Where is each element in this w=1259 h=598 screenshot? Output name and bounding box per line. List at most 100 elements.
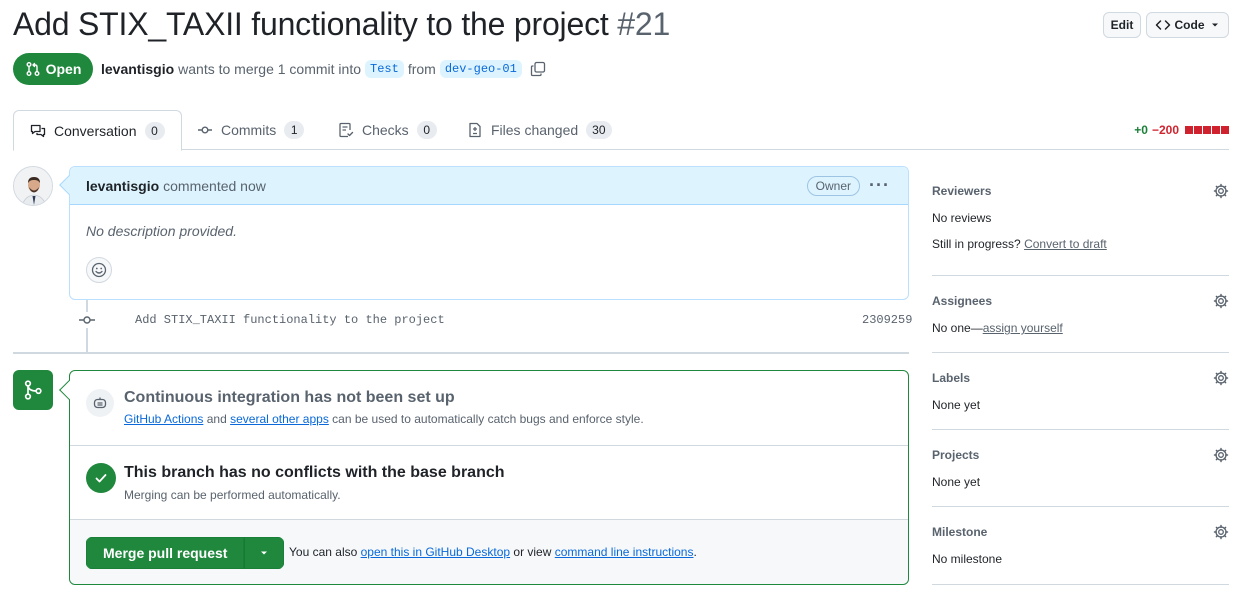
code-button-label: Code (1174, 18, 1205, 32)
ci-icon-wrap (86, 389, 114, 417)
diffstat-deletions: −200 (1151, 123, 1179, 137)
no-conflicts-title: This branch has no conflicts with the ba… (124, 464, 505, 481)
checklist-icon (339, 122, 354, 138)
other-apps-link[interactable]: several other apps (230, 412, 329, 426)
tab-checks-label: Checks (362, 122, 409, 138)
owner-badge: Owner (806, 176, 860, 196)
github-actions-link[interactable]: GitHub Actions (124, 412, 203, 426)
head-branch[interactable]: dev-geo-01 (439, 60, 522, 78)
git-merge-icon (24, 380, 42, 400)
edit-button-label: Edit (1110, 18, 1134, 32)
merge-status-icon-box (13, 370, 53, 410)
gear-icon[interactable] (1213, 524, 1229, 540)
comment-header: levantisgio commented now Owner ··· (59, 167, 908, 205)
commit-message[interactable]: Add STIX_TAXII functionality to the proj… (135, 313, 445, 327)
triangle-down-icon (261, 551, 268, 555)
also-end: . (693, 545, 697, 559)
triangle-down-icon (1211, 23, 1218, 27)
pr-number: #21 (617, 6, 671, 42)
sidebar-projects: Projects None yet (932, 430, 1229, 507)
comment-box: levantisgio commented now Owner ··· No d… (59, 166, 909, 300)
diffstat-block (1221, 126, 1229, 134)
comment-author[interactable]: levantisgio (86, 178, 159, 194)
assignees-title[interactable]: Assignees (932, 294, 992, 308)
pr-title-text: Add STIX_TAXII functionality to the proj… (13, 6, 609, 42)
convert-to-draft-link[interactable]: Convert to draft (1024, 237, 1107, 251)
kebab-horizontal-icon[interactable]: ··· (869, 175, 890, 196)
ci-subtitle: GitHub Actions and several other apps ca… (124, 412, 644, 426)
diffstat-block (1212, 126, 1220, 134)
tab-conversation-label: Conversation (54, 122, 137, 139)
diffstat-bar (1185, 126, 1229, 134)
tab-conversation-count: 0 (144, 121, 165, 140)
avatar[interactable] (13, 166, 53, 206)
code-icon (1155, 20, 1170, 30)
commit-sha[interactable]: 2309259 (862, 313, 912, 327)
tab-files-changed[interactable]: Files changed 30 (467, 110, 612, 150)
sidebar-assignees: Assignees No one—assign yourself (932, 276, 1229, 353)
comment-pointer (59, 175, 79, 195)
github-desktop-link[interactable]: open this in GitHub Desktop (361, 545, 510, 559)
assign-yourself-link[interactable]: assign yourself (983, 321, 1063, 335)
reviewers-title[interactable]: Reviewers (932, 184, 991, 198)
also-prefix: You can also (289, 545, 358, 559)
tab-files-changed-count: 30 (586, 121, 612, 139)
diffstat-block (1194, 126, 1202, 134)
copy-icon[interactable] (530, 61, 546, 77)
dependabot-icon (93, 397, 107, 409)
meta-text: wants to merge 1 commit into (178, 61, 361, 77)
also-mid: or view (513, 545, 552, 559)
status-label: Open (45, 61, 82, 77)
gear-icon[interactable] (1213, 293, 1229, 309)
sidebar-reviewers: Reviewers No reviews Still in progress? … (932, 166, 1229, 276)
projects-value: None yet (932, 475, 981, 489)
tab-checks-count: 0 (416, 121, 437, 139)
gear-icon[interactable] (1213, 183, 1229, 199)
ci-rest: can be used to automatically catch bugs … (332, 412, 644, 426)
git-commit-icon (198, 126, 212, 134)
projects-title[interactable]: Projects (932, 448, 979, 462)
pr-tabs: Conversation 0 Commits 1 Checks 0 Files … (13, 110, 1229, 151)
add-reaction-button[interactable] (86, 257, 112, 283)
merge-method-dropdown[interactable] (244, 537, 285, 569)
command-line-link[interactable]: command line instructions (555, 545, 694, 559)
tab-checks[interactable]: Checks 0 (338, 110, 437, 150)
merge-alternatives: You can also open this in GitHub Desktop… (289, 545, 697, 559)
pr-meta: levantisgio wants to merge 1 commit into… (101, 60, 546, 78)
check-circle (86, 463, 116, 493)
tab-commits-label: Commits (221, 122, 277, 138)
author-link[interactable]: levantisgio (101, 61, 174, 77)
comment-body: No description provided. (86, 223, 237, 239)
labels-value: None yet (932, 398, 981, 412)
smiley-icon (91, 262, 107, 278)
labels-title[interactable]: Labels (932, 371, 970, 385)
edit-button[interactable]: Edit (1103, 12, 1141, 38)
assignees-none: No one— (932, 321, 983, 335)
base-branch[interactable]: Test (365, 60, 404, 78)
meta-from: from (407, 61, 436, 77)
check-icon (95, 474, 107, 483)
git-pull-request-icon (26, 62, 40, 76)
milestone-value: No milestone (932, 552, 1003, 566)
gear-icon[interactable] (1213, 447, 1229, 463)
progress-text: Still in progress? (932, 237, 1021, 251)
tab-commits[interactable]: Commits 1 (197, 110, 305, 150)
tab-commits-count: 1 (284, 121, 305, 139)
ci-and: and (206, 412, 227, 426)
gear-icon[interactable] (1213, 370, 1229, 386)
tab-files-changed-label: Files changed (491, 122, 579, 138)
code-button[interactable]: Code (1146, 12, 1229, 38)
merge-box: Continuous integration has not been set … (59, 370, 909, 585)
git-commit-icon (78, 312, 96, 328)
milestone-title[interactable]: Milestone (932, 525, 987, 539)
tab-conversation[interactable]: Conversation 0 (13, 110, 182, 151)
sidebar-labels: Labels None yet (932, 353, 1229, 430)
merge-button-group: Merge pull request (86, 537, 285, 569)
no-conflicts-subtitle: Merging can be performed automatically. (124, 488, 341, 502)
file-diff-icon (469, 122, 481, 138)
diffstat-block (1185, 126, 1193, 134)
merge-pull-request-button[interactable]: Merge pull request (86, 537, 245, 569)
page-title: Add STIX_TAXII functionality to the proj… (13, 6, 670, 43)
assignees-value: No one—assign yourself (932, 321, 1063, 335)
comment-action: commented now (163, 177, 266, 194)
